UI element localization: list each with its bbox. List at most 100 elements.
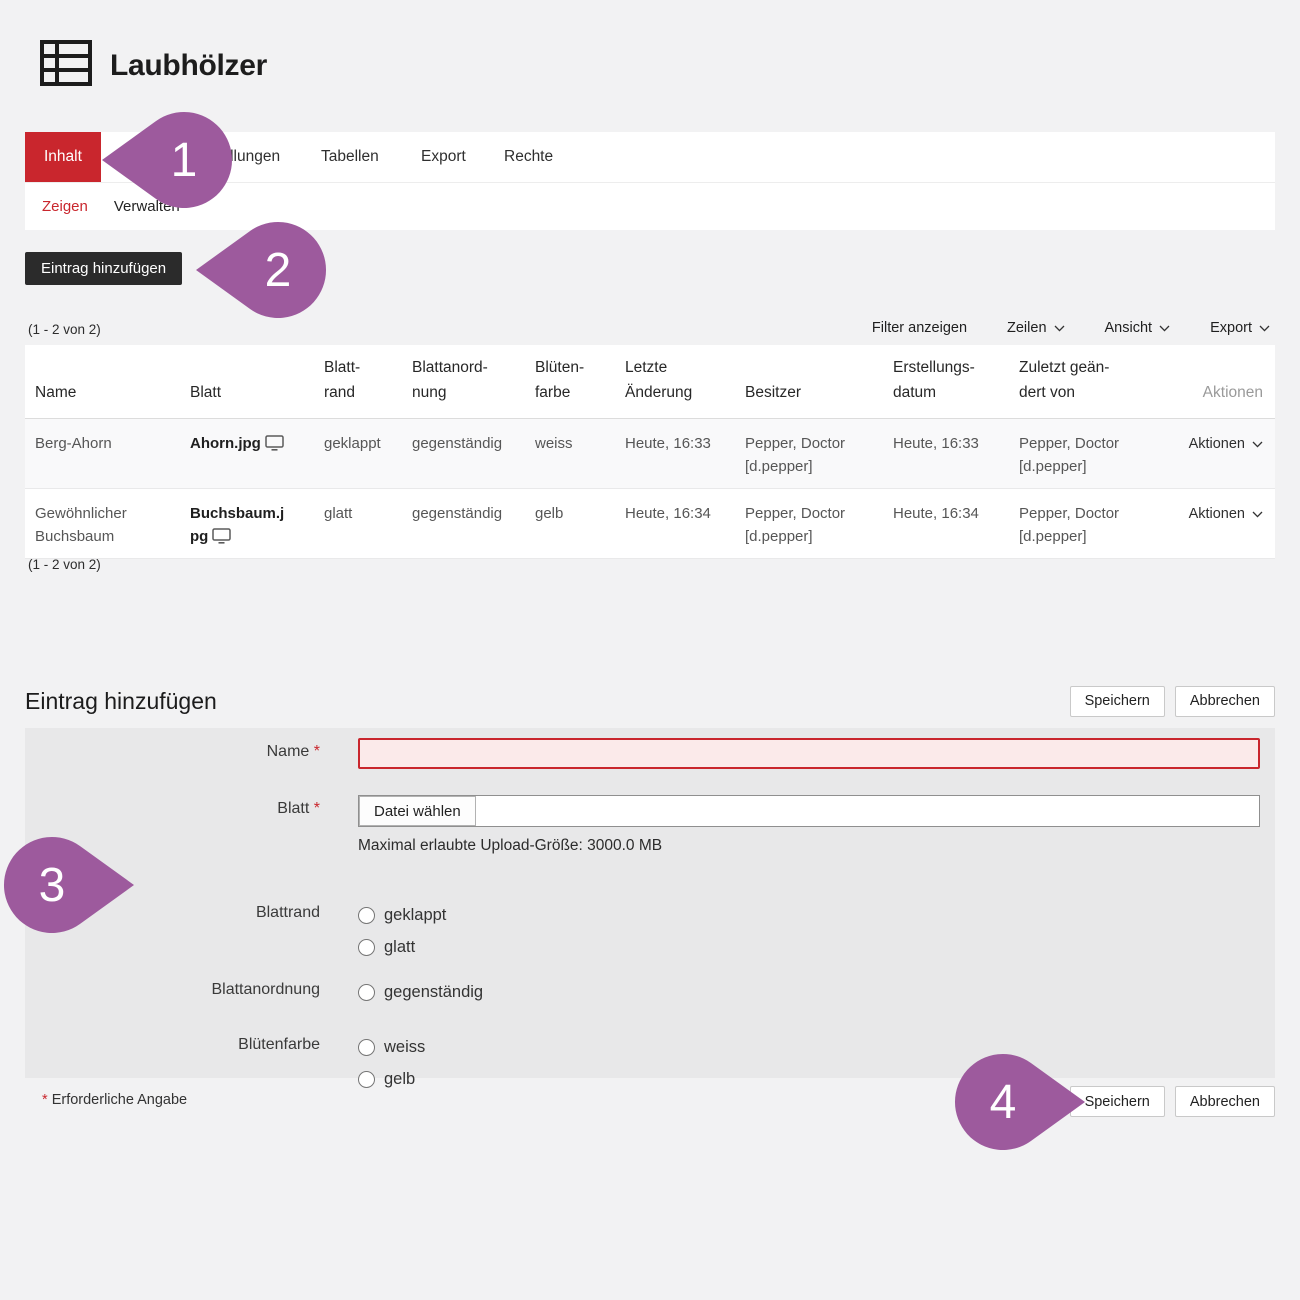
chevron-down-icon (1252, 441, 1263, 448)
radio-options: gegenständig (358, 976, 483, 1008)
row-actions-label: Aktionen (1189, 433, 1245, 456)
required-asterisk: * (314, 743, 320, 760)
cell-bluetenfarbe: gelb (525, 489, 615, 558)
callout-number: 3 (4, 837, 100, 933)
row-actions-dropdown[interactable]: Aktionen (1189, 503, 1263, 526)
table-body: Berg-AhornAhorn.jpggeklapptgegenständigw… (25, 419, 1275, 559)
toolbar-label: Zeilen (1007, 320, 1047, 336)
file-name-area[interactable] (476, 796, 1259, 826)
file-link[interactable]: Buchsbaum.jpg (190, 502, 290, 548)
file-input[interactable]: Datei wählen (358, 795, 1260, 827)
cancel-button-bottom[interactable]: Abbrechen (1175, 1086, 1275, 1117)
required-note: * Erforderliche Angabe (42, 1092, 187, 1108)
field-label-bluetenfarbe: Blütenfarbe (25, 1031, 320, 1095)
radio-button-icon[interactable] (358, 984, 375, 1001)
add-entry-form: Name * Blatt * Datei wählen Maximal erla… (25, 728, 1275, 1078)
cell-letzte-aenderung: Heute, 16:33 (615, 419, 735, 488)
toolbar-zeilen[interactable]: Zeilen (1007, 320, 1065, 336)
upload-size-hint: Maximal erlaubte Upload-Größe: 3000.0 MB (358, 837, 1275, 855)
pagination-bottom: (1 - 2 von 2) (28, 557, 101, 572)
cell-erstellungsdatum: Heute, 16:33 (883, 419, 1009, 488)
callout-4: 4 (953, 1052, 1087, 1152)
row-actions-label: Aktionen (1189, 503, 1245, 526)
tab-tabellen[interactable]: Tabellen (321, 132, 379, 182)
page: Laubhölzer InhaltEinstellungenTabellenEx… (0, 0, 1300, 1300)
column-header-blattrand: Blatt-rand (314, 345, 402, 418)
tab-inhalt[interactable]: Inhalt (25, 132, 101, 182)
radio-button-icon[interactable] (358, 1071, 375, 1088)
page-title: Laubhölzer (110, 49, 267, 83)
file-link[interactable]: Ahorn.jpg (190, 432, 290, 455)
callout-number: 2 (230, 222, 326, 318)
save-button-top[interactable]: Speichern (1070, 686, 1165, 717)
cell-bluetenfarbe: weiss (525, 419, 615, 488)
chevron-down-icon (1054, 325, 1065, 332)
column-header-name: Name (25, 370, 180, 418)
column-header-blatt: Blatt (180, 370, 314, 418)
name-field-row: Name * (25, 738, 1275, 769)
table-row: Gewöhnlicher BuchsbaumBuchsbaum.jpg glatt… (25, 489, 1275, 559)
file-field-label: Blatt * (25, 795, 320, 827)
monitor-icon[interactable] (212, 528, 231, 544)
cell-blattanordnung: gegenständig (402, 489, 525, 558)
callout-1: 1 (100, 110, 234, 210)
subtab-zeigen[interactable]: Zeigen (42, 198, 88, 215)
toolbar-label: Export (1210, 320, 1252, 336)
toolbar-export[interactable]: Export (1210, 320, 1270, 336)
toolbar-ansicht[interactable]: Ansicht (1105, 320, 1171, 336)
column-header-besitzer: Besitzer (735, 370, 883, 418)
required-asterisk: * (42, 1092, 48, 1108)
table-icon (40, 40, 92, 91)
radio-option-geklappt[interactable]: geklappt (358, 899, 446, 931)
choose-file-button[interactable]: Datei wählen (359, 796, 476, 826)
callout-2: 2 (194, 220, 328, 320)
name-field-label: Name * (25, 738, 320, 769)
cell-name: Gewöhnlicher Buchsbaum (25, 489, 180, 558)
cell-name: Berg-Ahorn (25, 419, 180, 488)
toolbar-filter-anzeigen[interactable]: Filter anzeigen (872, 320, 967, 336)
field-row-blattanordnung: Blattanordnunggegenständig (25, 976, 1275, 1008)
add-entry-button[interactable]: Eintrag hinzufügen (25, 252, 182, 285)
radio-button-icon[interactable] (358, 1039, 375, 1056)
table-row: Berg-AhornAhorn.jpggeklapptgegenständigw… (25, 419, 1275, 489)
column-header-blattanordnung: Blattanord-nung (402, 345, 525, 418)
cell-aktionen: Aktionen (1140, 419, 1275, 488)
form-bottom-buttons: Speichern Abbrechen (1070, 1086, 1275, 1117)
column-header-erstellungsdatum: Erstellungs-datum (883, 345, 1009, 418)
radio-button-icon[interactable] (358, 907, 375, 924)
callout-3: 3 (2, 835, 136, 935)
radio-option-gelb[interactable]: gelb (358, 1063, 425, 1095)
radio-option-label: geklappt (384, 906, 446, 925)
radio-option-gegenstaendig[interactable]: gegenständig (358, 976, 483, 1008)
cell-zuletzt-geaendert-von: Pepper, Doctor [d.pepper] (1009, 489, 1140, 558)
table-toolbar: Filter anzeigen Zeilen Ansicht Export (872, 320, 1270, 336)
radio-option-weiss[interactable]: weiss (358, 1031, 425, 1063)
radio-button-icon[interactable] (358, 939, 375, 956)
cell-zuletzt-geaendert-von: Pepper, Doctor [d.pepper] (1009, 419, 1140, 488)
data-table: NameBlattBlatt-randBlattanord-nungBlüten… (25, 345, 1275, 559)
name-input[interactable] (358, 738, 1260, 769)
tab-rechte[interactable]: Rechte (504, 132, 553, 182)
radio-option-label: glatt (384, 938, 415, 957)
radio-options: geklappt glatt (358, 899, 446, 963)
cell-blatt: Buchsbaum.jpg (180, 489, 314, 558)
callout-number: 4 (955, 1054, 1051, 1150)
app-header: Laubhölzer (40, 40, 267, 91)
row-actions-dropdown[interactable]: Aktionen (1189, 433, 1263, 456)
radio-options: weiss gelb (358, 1031, 425, 1095)
pagination-top: (1 - 2 von 2) (28, 322, 101, 337)
radio-option-label: gelb (384, 1070, 415, 1089)
cell-blattrand: glatt (314, 489, 402, 558)
monitor-icon[interactable] (265, 435, 284, 451)
cell-blatt: Ahorn.jpg (180, 419, 314, 488)
form-title: Eintrag hinzufügen (25, 688, 217, 715)
radio-option-glatt[interactable]: glatt (358, 931, 446, 963)
cell-erstellungsdatum: Heute, 16:34 (883, 489, 1009, 558)
cancel-button-top[interactable]: Abbrechen (1175, 686, 1275, 717)
column-header-bluetenfarbe: Blüten-farbe (525, 345, 615, 418)
form-titlebar: Eintrag hinzufügen Speichern Abbrechen (25, 683, 1275, 719)
tab-export[interactable]: Export (421, 132, 466, 182)
toolbar-label: Ansicht (1105, 320, 1153, 336)
radio-option-label: gegenständig (384, 983, 483, 1002)
cell-letzte-aenderung: Heute, 16:34 (615, 489, 735, 558)
